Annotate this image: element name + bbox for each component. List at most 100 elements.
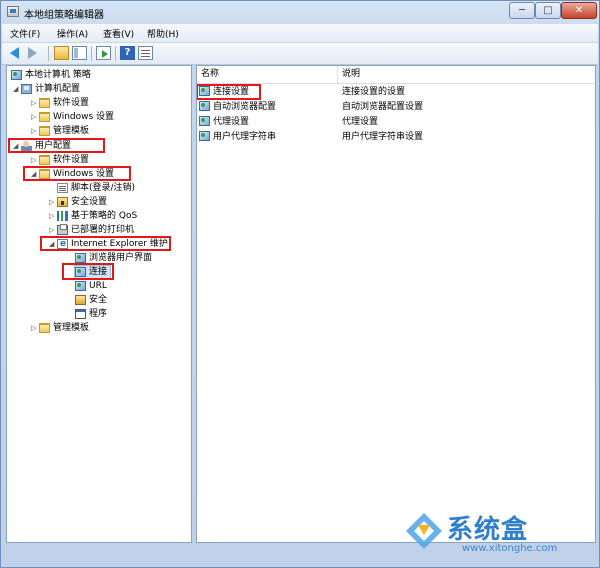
tree-item-url[interactable]: URL [75, 280, 107, 293]
security-icon [57, 197, 68, 207]
tree-item-cc-admin[interactable]: ▷ 管理模板 [31, 125, 89, 138]
toolbar-separator [48, 46, 49, 61]
watermark-text: 系统盒 [447, 515, 529, 545]
tree-label: 基于策略的 QoS [71, 211, 138, 221]
menu-view[interactable]: 查看(V) [103, 27, 134, 40]
maximize-button[interactable]: □ [535, 2, 561, 19]
details-pane[interactable]: 名称 说明 连接设置 连接设置的设置 自动浏览器配置 自动浏览器配置设置 代理设… [196, 65, 596, 543]
setting-icon [199, 101, 210, 111]
list-item[interactable]: 自动浏览器配置 自动浏览器配置设置 [197, 100, 595, 115]
list-item-name: 用户代理字符串 [213, 132, 277, 142]
computer-icon [21, 84, 32, 94]
toolbar-separator [115, 46, 116, 61]
printer-icon [57, 224, 68, 235]
menu-file[interactable]: 文件(F) [10, 27, 40, 40]
tree-label: Windows 设置 [53, 112, 115, 122]
expand-arrow-icon[interactable]: ▷ [31, 97, 39, 110]
tree-label: 程序 [89, 309, 108, 319]
tree-pane[interactable]: 本地计算机 策略 ◢ 计算机配置 ▷ 软件设置 ▷ Windows 设置 ▷ 管理模板 … [6, 65, 192, 543]
tree-label: 脚本(登录/注销) [71, 183, 136, 193]
list-item-name: 代理设置 [213, 117, 250, 127]
expand-arrow-icon[interactable]: ▷ [49, 210, 57, 223]
main-window: 本地组策略编辑器 ─ □ ✕ 文件(F) 操作(A) 查看(V) 帮助(H) ?… [0, 0, 600, 568]
help-icon[interactable]: ? [120, 46, 135, 60]
title-bar[interactable]: 本地组策略编辑器 ─ □ ✕ [1, 1, 599, 23]
tree-item-uc-admin[interactable]: ▷ 管理模板 [31, 322, 89, 335]
app-icon [7, 6, 19, 17]
list-item-description: 自动浏览器配置设置 [342, 102, 424, 112]
annotation-box-connection [62, 263, 114, 280]
list-item-description: 代理设置 [342, 117, 379, 127]
column-header-row: 名称 说明 [197, 66, 595, 84]
column-header-name[interactable]: 名称 [201, 66, 219, 83]
tree-label: 软件设置 [53, 155, 90, 165]
toolbar-separator [91, 46, 92, 61]
tree-label: 安全设置 [71, 197, 108, 207]
tree-label: 管理模板 [53, 126, 90, 136]
tree-label: 管理模板 [53, 323, 90, 333]
tree-item-security[interactable]: ▷ 安全设置 [49, 196, 107, 209]
tree-item-cc-windows[interactable]: ▷ Windows 设置 [31, 111, 114, 124]
tree-label: 本地计算机 策略 [25, 70, 91, 80]
folder-icon [39, 98, 50, 108]
column-header-description[interactable]: 说明 [342, 66, 360, 83]
forward-arrow-icon[interactable] [28, 46, 43, 60]
policy-icon [75, 281, 86, 291]
policy-icon [75, 253, 86, 263]
setting-icon [199, 131, 210, 141]
menu-bar: 文件(F) 操作(A) 查看(V) 帮助(H) [2, 24, 598, 43]
tree-item-computer-config[interactable]: ◢ 计算机配置 [13, 83, 80, 96]
expand-arrow-icon[interactable]: ▷ [31, 125, 39, 138]
menu-help[interactable]: 帮助(H) [147, 27, 179, 40]
tree-item-programs[interactable]: 程序 [75, 308, 107, 321]
policy-icon [11, 70, 22, 80]
show-tree-icon[interactable] [72, 46, 87, 60]
tree-label: 软件设置 [53, 98, 90, 108]
annotation-box-windows-settings [23, 166, 131, 181]
folder-icon [39, 126, 50, 136]
collapse-arrow-icon[interactable]: ◢ [13, 83, 21, 96]
menu-action[interactable]: 操作(A) [57, 27, 88, 40]
tree-label: 安全 [89, 295, 108, 305]
list-item-description: 连接设置的设置 [342, 87, 406, 97]
window-title: 本地组策略编辑器 [24, 10, 104, 21]
watermark-logo-icon [406, 513, 442, 549]
annotation-box-user-config [8, 138, 105, 153]
list-item-description: 用户代理字符串设置 [342, 132, 424, 142]
toolbar: ? [2, 43, 598, 65]
lock-icon [75, 295, 86, 305]
back-arrow-icon[interactable] [10, 46, 25, 60]
close-button[interactable]: ✕ [561, 2, 597, 19]
site-watermark: 系统盒 www.xitonghe.com [404, 509, 594, 561]
tree-item-cc-software[interactable]: ▷ 软件设置 [31, 97, 89, 110]
program-icon [75, 309, 86, 319]
expand-arrow-icon[interactable]: ▷ [49, 196, 57, 209]
export-list-icon[interactable] [96, 46, 111, 60]
minimize-button[interactable]: ─ [509, 2, 535, 19]
tree-item-root[interactable]: 本地计算机 策略 [11, 69, 91, 82]
annotation-box-connection-settings [197, 84, 261, 100]
folder-icon [39, 112, 50, 122]
tree-item-scripts[interactable]: 脚本(登录/注销) [49, 182, 135, 195]
folder-icon [39, 323, 50, 333]
up-folder-icon[interactable] [54, 46, 69, 60]
list-item[interactable]: 代理设置 代理设置 [197, 115, 595, 130]
properties-icon[interactable] [138, 46, 153, 60]
annotation-box-ie-maintenance [40, 236, 171, 251]
tree-label: URL [89, 281, 107, 291]
expand-arrow-icon[interactable]: ▷ [31, 111, 39, 124]
tree-item-qos[interactable]: ▷ 基于策略的 QoS [49, 210, 137, 223]
tree-label: 已部署的打印机 [71, 225, 135, 235]
qos-chart-icon [57, 211, 68, 221]
tree-label: 浏览器用户界面 [89, 253, 153, 263]
script-icon [57, 183, 68, 193]
column-divider[interactable] [337, 66, 338, 83]
tree-label: 计算机配置 [35, 84, 81, 94]
setting-icon [199, 116, 210, 126]
list-item[interactable]: 用户代理字符串 用户代理字符串设置 [197, 130, 595, 145]
tree-item-ie-security[interactable]: 安全 [75, 294, 107, 307]
list-item-name: 自动浏览器配置 [213, 102, 277, 112]
folder-icon [39, 155, 50, 165]
watermark-url: www.xitonghe.com [462, 543, 558, 554]
expand-arrow-icon[interactable]: ▷ [31, 322, 39, 335]
